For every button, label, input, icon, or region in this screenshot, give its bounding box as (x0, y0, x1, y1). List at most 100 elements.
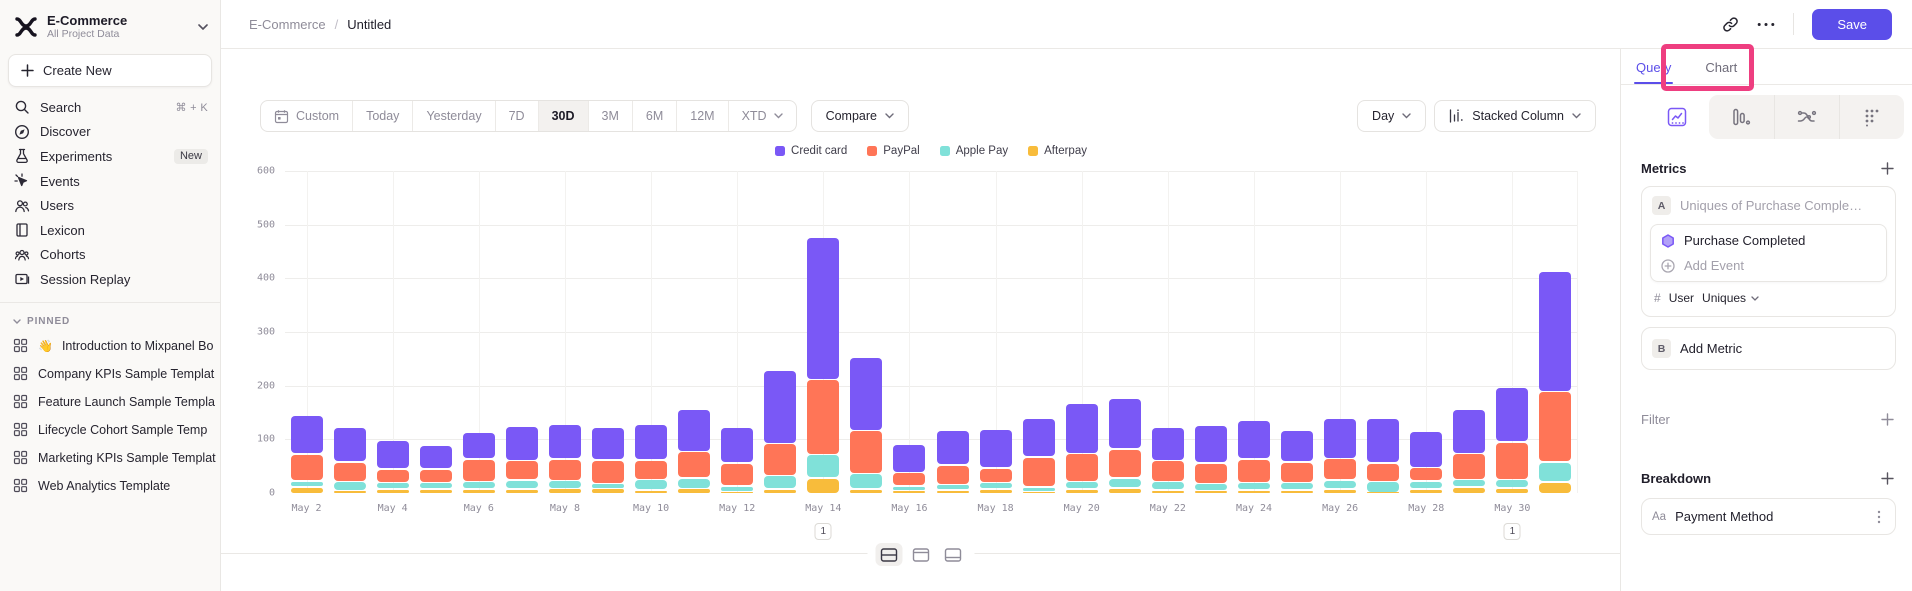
pinned-item-company-kpis-sample-templat[interactable]: Company KPIs Sample Templat (0, 360, 220, 388)
legend-item-paypal[interactable]: PayPal (867, 145, 919, 157)
bar-may-4[interactable] (377, 439, 409, 493)
sidebar-item-users[interactable]: Users (0, 193, 220, 218)
x-axis-label: May 2 (291, 503, 321, 514)
bar-may-29[interactable] (1453, 408, 1485, 493)
breadcrumb-project[interactable]: E-Commerce (249, 17, 326, 32)
segment-credit-card (764, 371, 796, 442)
bar-may-24[interactable] (1238, 419, 1270, 493)
range-12m[interactable]: 12M (677, 101, 728, 131)
bar-may-18[interactable] (980, 428, 1012, 493)
project-switcher[interactable]: E-Commerce All Project Data (0, 9, 220, 45)
range-today[interactable]: Today (353, 101, 413, 131)
bar-may-15[interactable] (850, 356, 882, 493)
segment-paypal (377, 470, 409, 482)
segment-afterpay (549, 489, 581, 493)
sidebar-item-experiments[interactable]: ExperimentsNew (0, 144, 220, 169)
layout-table-only-button[interactable] (939, 543, 966, 566)
pinned-item-label: Web Analytics Template (38, 479, 170, 493)
range-30d[interactable]: 30D (539, 101, 589, 131)
sidebar-item-session-replay[interactable]: Session Replay (0, 267, 220, 292)
measure-aggregation[interactable]: Uniques (1702, 291, 1759, 305)
layout-chart-only-button[interactable] (907, 543, 934, 566)
metric-card-b[interactable]: B Add Metric (1641, 327, 1896, 370)
range-yesterday[interactable]: Yesterday (413, 101, 495, 131)
pinned-item-introduction-to-mixpanel-bo[interactable]: 👋Introduction to Mixpanel Bo (0, 332, 220, 360)
sidebar-item-discover[interactable]: Discover (0, 120, 220, 145)
pinned-item-marketing-kpis-sample-templat[interactable]: Marketing KPIs Sample Templat (0, 444, 220, 472)
bar-may-6[interactable] (463, 431, 495, 493)
save-button[interactable]: Save (1812, 9, 1892, 40)
bar-may-14[interactable] (807, 236, 839, 493)
legend-item-afterpay[interactable]: Afterpay (1028, 145, 1087, 157)
bar-may-25[interactable] (1281, 429, 1313, 493)
add-event-button[interactable]: Add Event (1651, 256, 1886, 281)
bar-may-20[interactable] (1066, 403, 1098, 493)
more-options-icon[interactable] (1757, 22, 1775, 27)
bar-may-28[interactable] (1410, 431, 1442, 493)
bar-may-17[interactable] (937, 429, 969, 493)
share-link-icon[interactable] (1722, 16, 1739, 33)
sidebar-item-search[interactable]: Search⌘ + K (0, 95, 220, 120)
segment-apple-pay (1281, 483, 1313, 489)
legend-item-credit-card[interactable]: Credit card (775, 145, 847, 157)
range-xtd[interactable]: XTD (729, 101, 796, 131)
mixpanel-logo-icon (13, 14, 39, 40)
viz-tab-funnels[interactable] (1709, 95, 1773, 139)
event-selector[interactable]: Purchase Completed (1651, 225, 1886, 256)
legend-item-apple-pay[interactable]: Apple Pay (940, 145, 1008, 157)
sidebar-item-lexicon[interactable]: Lexicon (0, 218, 220, 243)
add-filter-plus-icon[interactable] (1881, 413, 1894, 426)
sidebar-item-cohorts[interactable]: Cohorts (0, 243, 220, 268)
pinned-item-feature-launch-sample-templa[interactable]: Feature Launch Sample Templa (0, 388, 220, 416)
granularity-button[interactable]: Day (1357, 100, 1426, 132)
bar-may-13[interactable] (764, 370, 796, 493)
bar-may-22[interactable] (1152, 426, 1184, 493)
tab-chart[interactable]: Chart (1705, 60, 1737, 84)
bar-may-2[interactable] (291, 415, 323, 493)
bar-may-9[interactable] (592, 426, 624, 493)
bar-may-30[interactable] (1496, 386, 1528, 493)
breakdown-card[interactable]: Aa Payment Method (1641, 498, 1896, 535)
kebab-menu-icon[interactable] (1873, 510, 1885, 524)
breadcrumb-report-title[interactable]: Untitled (347, 17, 391, 32)
annotation-badge[interactable]: 1 (815, 523, 832, 540)
add-breakdown-plus-icon[interactable] (1881, 472, 1894, 485)
annotation-badge[interactable]: 1 (1504, 523, 1521, 540)
compass-icon (13, 123, 30, 140)
bar-may-7[interactable] (506, 425, 538, 493)
bar-may-8[interactable] (549, 423, 581, 493)
range-3m[interactable]: 3M (589, 101, 633, 131)
create-new-button[interactable]: Create New (8, 54, 212, 87)
range-custom[interactable]: Custom (261, 101, 353, 131)
measure-entity[interactable]: User (1669, 291, 1694, 305)
sidebar-item-events[interactable]: Events (0, 169, 220, 194)
viz-tab-insights[interactable] (1645, 95, 1709, 139)
layout-split-button[interactable] (875, 543, 902, 566)
bar-may-12[interactable] (721, 426, 753, 493)
bar-may-21[interactable] (1109, 397, 1141, 493)
compare-button[interactable]: Compare (811, 100, 909, 132)
add-metric-plus-icon[interactable] (1881, 162, 1894, 175)
range-7d[interactable]: 7D (496, 101, 539, 131)
viz-tab-flows[interactable] (1774, 95, 1839, 139)
bar-may-23[interactable] (1195, 425, 1227, 493)
bar-may-27[interactable] (1367, 418, 1399, 493)
range-6m[interactable]: 6M (633, 101, 677, 131)
bar-may-31[interactable] (1539, 270, 1571, 493)
bar-may-5[interactable] (420, 445, 452, 493)
bar-may-11[interactable] (678, 408, 710, 493)
chart-type-button[interactable]: Stacked Column (1434, 100, 1596, 132)
pinned-item-web-analytics-template[interactable]: Web Analytics Template (0, 472, 220, 500)
bar-may-19[interactable] (1023, 417, 1055, 493)
project-name: E-Commerce (47, 13, 190, 28)
insights-chart-icon (1666, 106, 1688, 128)
pinned-section-header[interactable]: PINNED (0, 312, 220, 332)
segment-paypal (807, 380, 839, 454)
bar-may-16[interactable] (893, 443, 925, 493)
bar-may-26[interactable] (1324, 418, 1356, 493)
pinned-item-lifecycle-cohort-sample-temp[interactable]: Lifecycle Cohort Sample Temp (0, 416, 220, 444)
tab-query[interactable]: Query (1636, 60, 1671, 84)
viz-tab-retention[interactable] (1839, 95, 1904, 139)
bar-may-3[interactable] (334, 426, 366, 493)
bar-may-10[interactable] (635, 423, 667, 493)
